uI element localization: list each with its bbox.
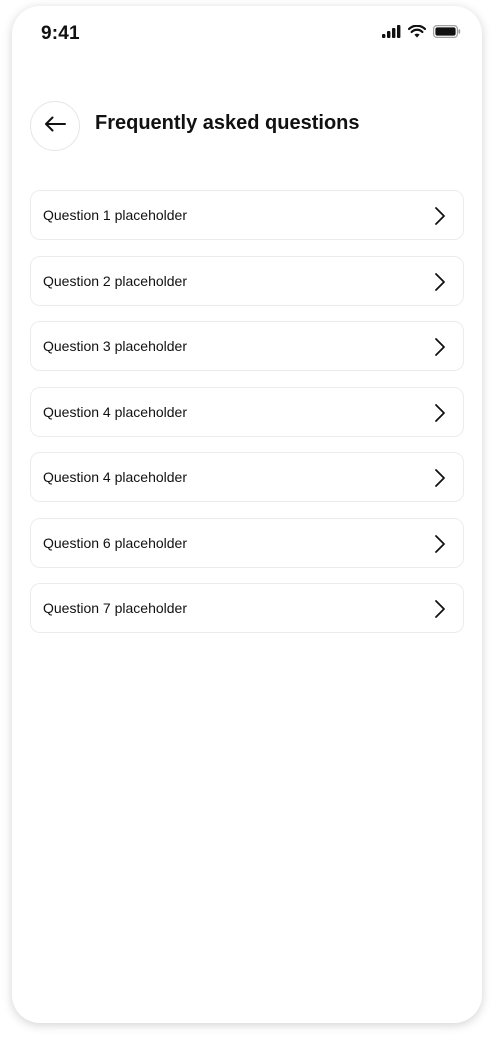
battery-icon [433, 25, 461, 43]
faq-item-2[interactable]: Question 2 placeholder [30, 255, 464, 306]
faq-list: Question 1 placeholder Question 2 placeh… [30, 190, 464, 649]
chevron-right-icon [435, 534, 445, 553]
back-button[interactable] [30, 101, 80, 151]
faq-item-5[interactable]: Question 4 placeholder [30, 452, 464, 502]
status-bar: 9:41 [12, 6, 482, 62]
faq-item-7[interactable]: Question 7 placeholder [30, 583, 464, 633]
phone-screen: 9:41 Frequently asked questions Question… [12, 6, 482, 1023]
signal-icon [382, 25, 401, 43]
chevron-right-icon [435, 600, 445, 618]
faq-item-3[interactable]: Question 3 placeholder [30, 321, 464, 371]
faq-question-label: Question 6 placeholder [43, 534, 187, 551]
faq-question-label: Question 4 placeholder [43, 403, 187, 420]
wifi-icon [407, 24, 427, 43]
chevron-right-icon [435, 403, 445, 422]
faq-question-label: Question 7 placeholder [43, 600, 187, 616]
status-icons [382, 24, 461, 43]
status-time: 9:41 [41, 23, 80, 44]
faq-question-label: Question 1 placeholder [43, 207, 187, 223]
faq-item-6[interactable]: Question 6 placeholder [30, 517, 464, 568]
page-title: Frequently asked questions [95, 112, 360, 134]
chevron-right-icon [435, 338, 445, 356]
faq-question-label: Question 4 placeholder [43, 469, 187, 485]
arrow-left-icon [44, 116, 66, 137]
chevron-right-icon [435, 469, 445, 487]
chevron-right-icon [435, 207, 445, 225]
chevron-right-icon [435, 272, 445, 291]
faq-item-1[interactable]: Question 1 placeholder [30, 190, 464, 240]
faq-item-4[interactable]: Question 4 placeholder [30, 386, 464, 437]
faq-question-label: Question 3 placeholder [43, 338, 187, 354]
faq-question-label: Question 2 placeholder [43, 272, 187, 289]
